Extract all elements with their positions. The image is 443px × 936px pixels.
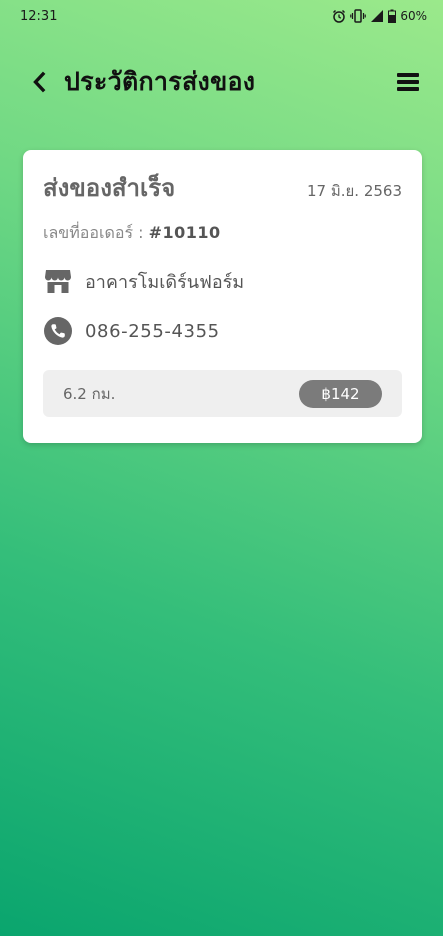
app-bar: ประวัติการส่งของ xyxy=(0,58,443,106)
menu-bar-bottom xyxy=(397,87,419,91)
status-bar: 12:31 60% xyxy=(0,0,443,32)
phone-row: 086-255-4355 xyxy=(43,316,402,346)
signal-icon xyxy=(371,10,384,22)
menu-bar-top xyxy=(397,73,419,77)
back-button[interactable] xyxy=(28,68,50,96)
store-row: อาคารโมเดิร์นฟอร์ม xyxy=(43,266,402,296)
status-icons: 60% xyxy=(332,9,427,23)
order-status: ส่งของสำเร็จ xyxy=(43,174,176,202)
order-number-line: เลขที่ออเดอร์ : #10110 xyxy=(43,221,402,246)
order-number-label: เลขที่ออเดอร์ : xyxy=(43,223,144,242)
order-summary: 6.2 กม. ฿142 xyxy=(43,370,402,417)
vibrate-icon xyxy=(350,9,367,23)
store-icon xyxy=(43,266,73,296)
order-card[interactable]: ส่งของสำเร็จ 17 มิ.ย. 2563 เลขที่ออเดอร์… xyxy=(23,150,422,443)
app-bar-left: ประวัติการส่งของ xyxy=(28,62,255,102)
distance: 6.2 กม. xyxy=(63,384,116,403)
alarm-icon xyxy=(333,9,346,23)
battery-level: 60% xyxy=(400,9,427,23)
price-badge: ฿142 xyxy=(299,379,382,408)
hamburger-menu-icon[interactable] xyxy=(397,71,419,93)
order-number: #10110 xyxy=(148,223,221,242)
chevron-left-icon xyxy=(33,71,46,93)
order-card-header: ส่งของสำเร็จ 17 มิ.ย. 2563 xyxy=(43,168,402,207)
order-date: 17 มิ.ย. 2563 xyxy=(306,182,402,200)
phone-number[interactable]: 086-255-4355 xyxy=(85,321,220,342)
phone-icon[interactable] xyxy=(43,316,73,346)
status-time: 12:31 xyxy=(20,8,58,24)
menu-bar-middle xyxy=(397,80,419,84)
page-title: ประวัติการส่งของ xyxy=(64,67,256,96)
battery-icon xyxy=(388,9,397,23)
store-name: อาคารโมเดิร์นฟอร์ม xyxy=(85,271,245,293)
